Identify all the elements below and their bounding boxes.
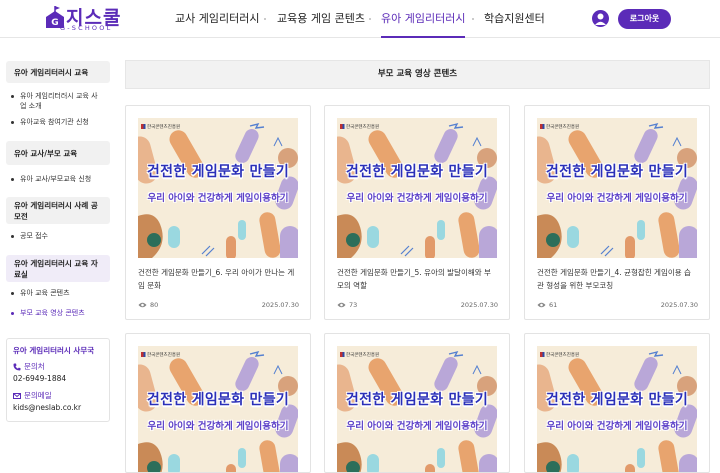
video-card[interactable]: 한국콘텐츠진흥원건전한 게임문화 만들기우리 아이와 건강하게 게임이용하기건전… — [524, 105, 710, 320]
thumbnail-brand: 한국콘텐츠진흥원 — [546, 353, 580, 358]
gschool-logo[interactable]: G 지스쿨 G-SCHOOL — [44, 4, 128, 34]
video-thumbnail[interactable]: 한국콘텐츠진흥원건전한 게임문화 만들기우리 아이와 건강하게 게임이용하기 — [537, 346, 697, 472]
nav-separator — [472, 18, 474, 20]
contact-phone[interactable]: 02-6949-1884 — [13, 374, 66, 383]
contact-email[interactable]: kids@neslab.co.kr — [13, 403, 81, 412]
contact-phone-label-row: 문의처 — [13, 361, 45, 372]
logout-button[interactable]: 로그아웃 — [618, 9, 671, 29]
thumbnail-background-art — [537, 346, 697, 472]
sidebar-item-child-content[interactable]: 유아 교육 콘텐츠 — [10, 288, 102, 298]
thumbnail-title: 건전한 게임문화 만들기 — [146, 164, 290, 180]
thumbnail-title: 건전한 게임문화 만들기 — [545, 164, 689, 180]
upload-date: 2025.07.30 — [660, 301, 698, 309]
view-count-value: 73 — [349, 301, 358, 309]
sidebar-group-education[interactable]: 유아 게임리터러시 교육 — [6, 61, 110, 83]
view-count-value: 80 — [150, 301, 159, 309]
nav-teacher-literacy[interactable]: 교사 게임리터러시 — [175, 0, 259, 38]
upload-date: 2025.07.30 — [261, 301, 299, 309]
video-title[interactable]: 건전한 게임문화 만들기_5. 유아의 발달이해와 부모의 역할 — [337, 266, 497, 292]
video-card[interactable]: 한국콘텐츠진흥원건전한 게임문화 만들기우리 아이와 건강하게 게임이용하기 — [324, 333, 510, 473]
view-count: 73 — [337, 301, 357, 309]
thumbnail-brand: 한국콘텐츠진흥원 — [346, 125, 380, 130]
contact-box: 유아 게임리터러시 사무국 문의처 02-6949-1884 문의메일 kids… — [6, 338, 110, 422]
video-card[interactable]: 한국콘텐츠진흥원건전한 게임문화 만들기우리 아이와 건강하게 게임이용하기 — [125, 333, 311, 473]
upload-date: 2025.07.30 — [460, 301, 498, 309]
thumbnail-subtitle: 우리 아이와 건강하게 게임이용하기 — [546, 193, 688, 204]
video-title[interactable]: 건전한 게임문화 만들기_4. 균형잡힌 게임이용 습관 형성을 위한 부모코칭 — [537, 266, 697, 292]
thumbnail-subtitle: 우리 아이와 건강하게 게임이용하기 — [147, 421, 289, 432]
thumbnail-background-art — [337, 346, 497, 472]
logo-subtitle: G-SCHOOL — [60, 24, 113, 32]
video-thumbnail[interactable]: 한국콘텐츠진흥원건전한 게임문화 만들기우리 아이와 건강하게 게임이용하기 — [337, 118, 497, 258]
contact-title: 유아 게임리터러시 사무국 — [13, 346, 95, 355]
video-thumbnail[interactable]: 한국콘텐츠진흥원건전한 게임문화 만들기우리 아이와 건강하게 게임이용하기 — [537, 118, 697, 258]
eye-icon — [337, 302, 346, 308]
user-profile-icon[interactable] — [592, 10, 609, 27]
video-card[interactable]: 한국콘텐츠진흥원건전한 게임문화 만들기우리 아이와 건강하게 게임이용하기 — [524, 333, 710, 473]
video-title[interactable]: 건전한 게임문화 만들기_6. 우리 아이가 만나는 게임 문화 — [138, 266, 298, 292]
view-count-value: 61 — [549, 301, 558, 309]
mail-icon — [13, 392, 21, 399]
nav-educational-games[interactable]: 교육용 게임 콘텐츠 — [277, 0, 365, 38]
contact-email-label: 문의메일 — [24, 391, 52, 400]
thumbnail-brand: 한국콘텐츠진흥원 — [346, 353, 380, 358]
thumbnail-background-art — [537, 118, 697, 258]
nav-separator — [264, 18, 266, 20]
svg-text:G: G — [51, 18, 58, 28]
page-title: 부모 교육 영상 콘텐츠 — [125, 60, 710, 89]
thumbnail-subtitle: 우리 아이와 건강하게 게임이용하기 — [346, 421, 488, 432]
sidebar-group-resources[interactable]: 유아 게임리터러시 교육 자료실 — [6, 255, 110, 282]
thumbnail-subtitle: 우리 아이와 건강하게 게임이용하기 — [546, 421, 688, 432]
video-thumbnail[interactable]: 한국콘텐츠진흥원건전한 게임문화 만들기우리 아이와 건강하게 게임이용하기 — [138, 346, 298, 472]
video-thumbnail[interactable]: 한국콘텐츠진흥원건전한 게임문화 만들기우리 아이와 건강하게 게임이용하기 — [138, 118, 298, 258]
sidebar-item-institution-apply[interactable]: 유아교육 참여기관 신청 — [10, 117, 102, 127]
thumbnail-title: 건전한 게임문화 만들기 — [345, 164, 489, 180]
phone-icon — [13, 363, 21, 370]
sidebar-item-parent-video[interactable]: 부모 교육 영상 콘텐츠 — [10, 308, 102, 318]
thumbnail-background-art — [138, 346, 298, 472]
thumbnail-background-art — [138, 118, 298, 258]
thumbnail-title: 건전한 게임문화 만들기 — [146, 392, 290, 408]
thumbnail-background-art — [337, 118, 497, 258]
nav-separator — [369, 18, 371, 20]
thumbnail-brand: 한국콘텐츠진흥원 — [147, 125, 181, 130]
video-thumbnail[interactable]: 한국콘텐츠진흥원건전한 게임문화 만들기우리 아이와 건강하게 게임이용하기 — [337, 346, 497, 472]
view-count: 61 — [537, 301, 557, 309]
thumbnail-subtitle: 우리 아이와 건강하게 게임이용하기 — [346, 193, 488, 204]
sidebar-item-contest-submit[interactable]: 공모 접수 — [10, 231, 102, 241]
sidebar-item-program-intro[interactable]: 유아 게임리터러시 교육 사업 소개 — [10, 91, 102, 111]
nav-child-literacy[interactable]: 유아 게임리터러시 — [381, 0, 466, 38]
video-card[interactable]: 한국콘텐츠진흥원건전한 게임문화 만들기우리 아이와 건강하게 게임이용하기건전… — [324, 105, 510, 320]
sidebar-item-teacher-parent-apply[interactable]: 유아 교사/부모교육 신청 — [10, 174, 102, 184]
eye-icon — [138, 302, 147, 308]
eye-icon — [537, 302, 546, 308]
sidebar-group-teacher-parent[interactable]: 유아 교사/부모 교육 — [6, 141, 110, 165]
nav-learning-center[interactable]: 학습지원센터 — [484, 0, 545, 38]
view-count: 80 — [138, 301, 158, 309]
thumbnail-brand: 한국콘텐츠진흥원 — [546, 125, 580, 130]
thumbnail-title: 건전한 게임문화 만들기 — [545, 392, 689, 408]
thumbnail-title: 건전한 게임문화 만들기 — [345, 392, 489, 408]
video-card[interactable]: 한국콘텐츠진흥원건전한 게임문화 만들기우리 아이와 건강하게 게임이용하기건전… — [125, 105, 311, 320]
contact-email-label-row: 문의메일 — [13, 390, 52, 401]
thumbnail-brand: 한국콘텐츠진흥원 — [147, 353, 181, 358]
thumbnail-subtitle: 우리 아이와 건강하게 게임이용하기 — [147, 193, 289, 204]
contact-phone-label: 문의처 — [24, 362, 45, 371]
site-header: G 지스쿨 G-SCHOOL 교사 게임리터러시 교육용 게임 콘텐츠 유아 게… — [0, 0, 720, 38]
sidebar-group-contest[interactable]: 유아 게임리터러시 사례 공모전 — [6, 197, 110, 224]
